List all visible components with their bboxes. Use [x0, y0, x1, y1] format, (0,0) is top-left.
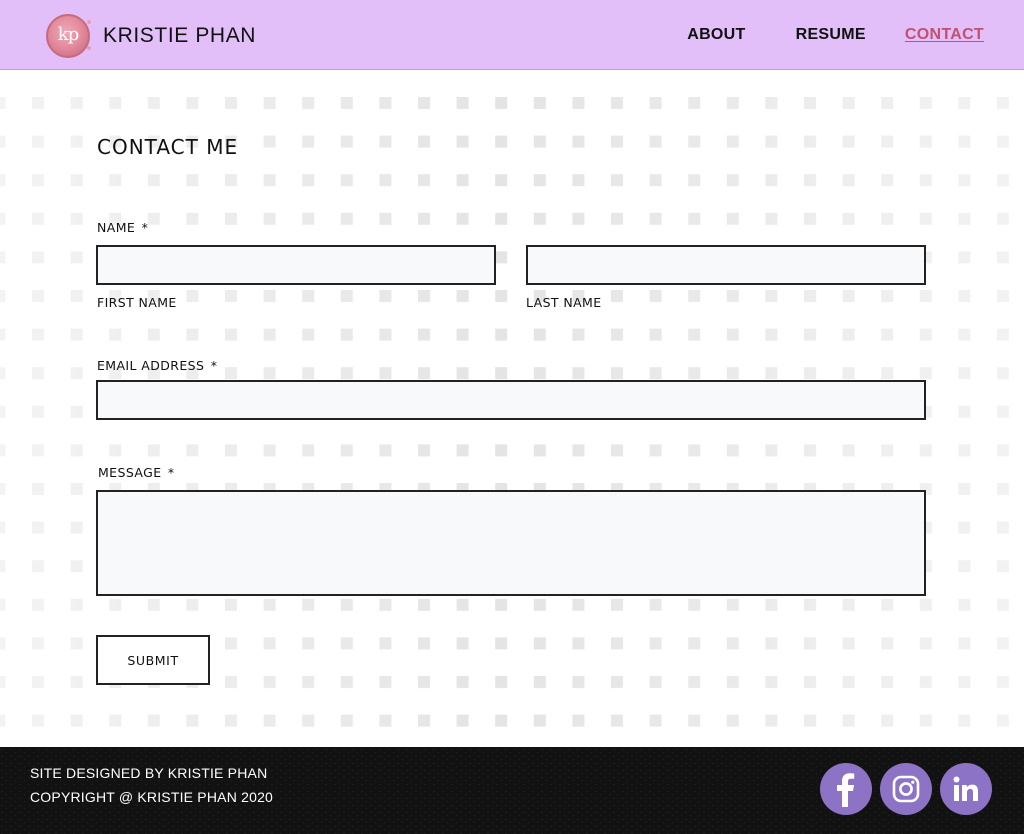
- email-input[interactable]: [96, 380, 926, 420]
- name-label: NAME *: [97, 220, 148, 235]
- required-marker: *: [141, 220, 149, 235]
- brand-name[interactable]: KRISTIE PHAN: [103, 24, 256, 48]
- page-title: CONTACT ME: [97, 135, 239, 159]
- first-name-input[interactable]: [96, 245, 496, 285]
- linkedin-link[interactable]: [940, 763, 992, 815]
- contact-section: CONTACT ME NAME * FIRST NAME LAST NAME E…: [0, 71, 1024, 747]
- message-label: MESSAGE *: [98, 465, 175, 480]
- nav-about-link[interactable]: ABOUT: [687, 26, 745, 44]
- brand[interactable]: kp KRISTIE PHAN: [46, 13, 256, 59]
- message-label-text: MESSAGE: [98, 465, 162, 480]
- last-name-sublabel: LAST NAME: [526, 295, 602, 310]
- nav-resume-link[interactable]: RESUME: [796, 26, 866, 44]
- linkedin-icon: [953, 776, 978, 801]
- instagram-link[interactable]: [880, 763, 932, 815]
- site-header: kp KRISTIE PHAN ABOUT RESUME CONTACT: [0, 0, 1024, 70]
- required-marker: *: [167, 465, 175, 480]
- main-nav: ABOUT RESUME CONTACT: [687, 26, 984, 44]
- submit-button[interactable]: SUBMIT: [96, 635, 210, 685]
- facebook-link[interactable]: [820, 763, 872, 815]
- required-marker: *: [210, 358, 218, 373]
- nav-contact-link[interactable]: CONTACT: [905, 26, 984, 44]
- message-textarea[interactable]: [96, 490, 926, 596]
- logo-icon[interactable]: kp: [46, 14, 91, 58]
- email-label: EMAIL ADDRESS *: [97, 358, 217, 373]
- footer-copyright: COPYRIGHT @ KRISTIE PHAN 2020: [30, 789, 274, 805]
- footer-designed-by: SITE DESIGNED BY KRISTIE PHAN: [30, 765, 268, 781]
- logo-text: kp: [57, 23, 79, 45]
- first-name-sublabel: FIRST NAME: [97, 295, 177, 310]
- name-label-text: NAME: [97, 220, 136, 235]
- site-footer: SITE DESIGNED BY KRISTIE PHAN COPYRIGHT …: [0, 747, 1024, 834]
- instagram-icon: [892, 775, 920, 803]
- facebook-icon: [837, 773, 855, 807]
- email-label-text: EMAIL ADDRESS: [97, 358, 205, 373]
- last-name-input[interactable]: [526, 245, 926, 285]
